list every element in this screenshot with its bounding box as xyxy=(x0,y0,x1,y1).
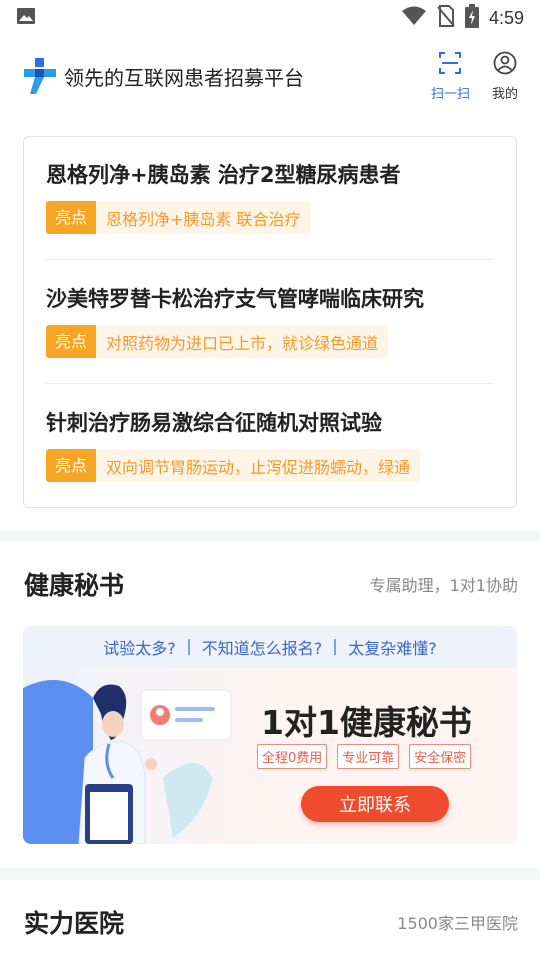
mine-label: 我的 xyxy=(491,86,518,102)
trial-highlight: 亮点 双向调节胃肠运动，止泻促进肠蠕动，绿通 xyxy=(46,449,421,482)
banner-headline: 1对1健康秘书 xyxy=(261,703,472,742)
hospitals-header: 实力医院 1500家三甲医院 xyxy=(24,904,518,940)
banner-question: 不知道怎么报名? xyxy=(201,639,323,658)
trial-title: 沙美特罗替卡松治疗支气管哮喘临床研究 xyxy=(46,287,424,311)
health-secretary-title: 健康秘书 xyxy=(24,571,125,600)
trial-item[interactable]: 针刺治疗肠易激综合征随机对照试验 亮点 双向调节胃肠运动，止泻促进肠蠕动，绿通 xyxy=(46,407,496,482)
contact-now-button[interactable]: 立即联系 xyxy=(301,786,449,822)
highlight-tag: 亮点 xyxy=(46,201,97,234)
highlight-tag: 亮点 xyxy=(46,325,97,358)
banner-tag: 安全保密 xyxy=(409,744,472,769)
trial-item[interactable]: 沙美特罗替卡松治疗支气管哮喘临床研究 亮点 对照药物为进口已上市，就诊绿色通道 xyxy=(46,283,496,358)
image-icon xyxy=(16,6,36,30)
scan-label: 扫一扫 xyxy=(430,86,470,102)
question-separator xyxy=(187,639,190,655)
divider xyxy=(46,383,494,384)
no-sim-icon xyxy=(437,5,455,31)
user-icon xyxy=(493,51,517,79)
brand-logo-icon xyxy=(22,56,58,96)
banner-question: 试验太多? xyxy=(103,639,176,658)
trial-title: 恩格列净+胰岛素 治疗2型糖尿病患者 xyxy=(46,163,401,187)
trial-highlight: 亮点 恩格列净+胰岛素 联合治疗 xyxy=(46,201,311,234)
trial-title: 针刺治疗肠易激综合征随机对照试验 xyxy=(46,411,382,435)
app-header: 领先的互联网患者招募平台 扫一扫 我的 xyxy=(0,44,540,108)
scan-button[interactable]: 扫一扫 xyxy=(431,51,470,102)
banner-tag: 专业可靠 xyxy=(337,744,400,769)
highlight-text: 对照药物为进口已上市，就诊绿色通道 xyxy=(106,333,379,353)
nurse-illustration-icon xyxy=(23,680,232,844)
hospitals-subtitle[interactable]: 1500家三甲医院 xyxy=(397,910,518,934)
banner-questions: 试验太多? 不知道怎么报名? 太复杂难懂? xyxy=(23,626,517,668)
health-secretary-banner[interactable]: 试验太多? 不知道怎么报名? 太复杂难懂? 1对1健康秘书 全程0费用 专业可靠 xyxy=(23,626,517,844)
scan-icon xyxy=(438,51,462,79)
highlight-text: 双向调节胃肠运动，止泻促进肠蠕动，绿通 xyxy=(106,457,411,477)
brand-title: 领先的互联网患者招募平台 xyxy=(64,65,304,90)
trial-item[interactable]: 恩格列净+胰岛素 治疗2型糖尿病患者 亮点 恩格列净+胰岛素 联合治疗 xyxy=(46,159,496,234)
hospitals-title: 实力医院 xyxy=(24,909,125,938)
mine-button[interactable]: 我的 xyxy=(492,51,518,102)
banner-tag: 全程0费用 xyxy=(257,744,328,769)
trials-card: 恩格列净+胰岛素 治疗2型糖尿病患者 亮点 恩格列净+胰岛素 联合治疗 沙美特罗… xyxy=(23,136,517,508)
wifi-icon xyxy=(401,6,427,30)
status-time: 4:59 xyxy=(488,7,524,28)
banner-tags: 全程0费用 专业可靠 安全保密 xyxy=(257,744,472,769)
divider xyxy=(46,259,494,260)
trial-highlight: 亮点 对照药物为进口已上市，就诊绿色通道 xyxy=(46,325,389,358)
highlight-tag: 亮点 xyxy=(46,449,97,482)
section-separator xyxy=(0,530,540,542)
health-secretary-subtitle: 专属助理，1对1协助 xyxy=(369,576,518,595)
health-secretary-header: 健康秘书 专属助理，1对1协助 xyxy=(24,566,518,602)
battery-charging-icon xyxy=(464,4,479,32)
question-separator xyxy=(334,639,337,655)
banner-question: 太复杂难懂? xyxy=(348,639,437,658)
highlight-text: 恩格列净+胰岛素 联合治疗 xyxy=(106,209,301,229)
status-bar: 4:59 xyxy=(0,0,540,36)
section-separator xyxy=(0,868,540,880)
